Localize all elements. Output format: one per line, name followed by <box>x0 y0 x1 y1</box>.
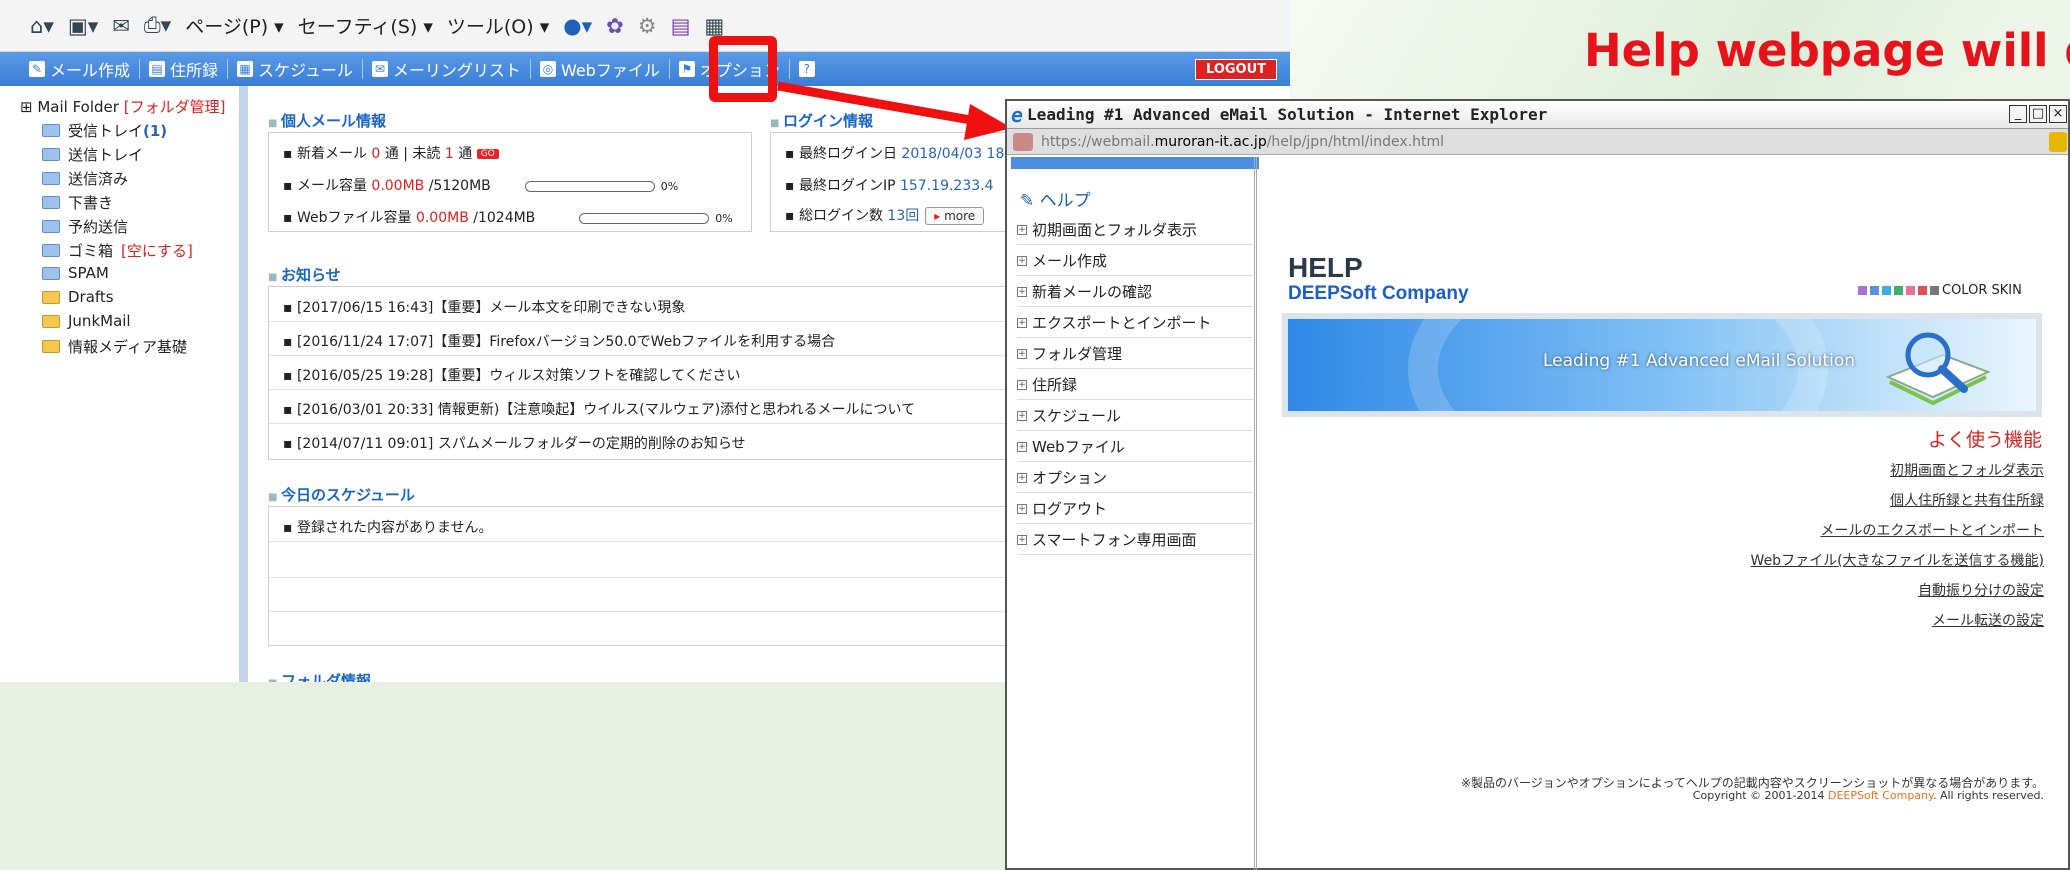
help-nav-header-bar <box>1011 157 1259 169</box>
expand-icon: + <box>1017 224 1027 235</box>
pencil-icon: ✎ <box>1020 191 1035 211</box>
help-banner: Leading #1 Advanced eMail Solution <box>1282 313 2042 417</box>
help-heading: ✎ ヘルプ <box>1020 186 1091 211</box>
nav-label: 新着メールの確認 <box>1032 283 1153 301</box>
nav-divider <box>1254 157 1257 870</box>
color-skin-label: COLOR SKIN <box>1942 283 2022 298</box>
frequent-link[interactable]: 個人住所録と共有住所録 <box>1890 490 2044 510</box>
expand-icon: + <box>1017 503 1027 514</box>
help-nav-item[interactable]: + オプション <box>1017 463 1253 493</box>
frequent-link[interactable]: 初期画面とフォルダ表示 <box>1890 460 2044 480</box>
popup-address-bar[interactable]: https://webmail. muroran-it.ac.jp/help/jp… <box>1007 129 2068 155</box>
help-nav-item[interactable]: + スマートフォン専用画面 <box>1017 525 1253 555</box>
popup-title: Leading #1 Advanced eMail Solution - Int… <box>1027 105 1548 124</box>
expand-icon: + <box>1017 286 1027 297</box>
skin-swatch[interactable] <box>1870 286 1879 295</box>
frequent-link[interactable]: メールのエクスポートとインポート <box>1820 520 2044 540</box>
help-title: HELP <box>1288 252 1363 283</box>
arrow-line <box>777 81 983 127</box>
copyright-company: DEEPSoft Company <box>1828 789 1933 802</box>
banner-image: Leading #1 Advanced eMail Solution <box>1288 319 2036 411</box>
nav-label: オプション <box>1032 469 1108 487</box>
ie-logo-icon: e <box>1011 102 1024 127</box>
skin-swatch[interactable] <box>1858 286 1867 295</box>
nav-label: フォルダ管理 <box>1032 345 1123 363</box>
popup-titlebar: e Leading #1 Advanced eMail Solution - I… <box>1007 101 2068 129</box>
book-magnifier-icon <box>1885 332 1991 406</box>
skin-swatch[interactable] <box>1930 286 1939 295</box>
maximize-button[interactable]: □ <box>2029 105 2047 123</box>
url-prefix: https://webmail. <box>1041 133 1155 150</box>
site-icon <box>1013 133 1033 151</box>
expand-icon: + <box>1017 255 1027 266</box>
help-nav-item[interactable]: + ログアウト <box>1017 494 1253 524</box>
color-skin-selector[interactable]: COLOR SKIN <box>1858 283 2022 298</box>
nav-label: スケジュール <box>1032 407 1121 425</box>
help-nav-item[interactable]: + スケジュール <box>1017 401 1253 431</box>
skin-swatch[interactable] <box>1918 286 1927 295</box>
minimize-button[interactable]: _ <box>2009 105 2027 123</box>
skin-swatch[interactable] <box>1894 286 1903 295</box>
frequent-link[interactable]: Webファイル(大きなファイルを送信する機能) <box>1751 550 2044 570</box>
url-domain: muroran-it.ac.jp <box>1154 133 1267 150</box>
expand-icon: + <box>1017 379 1027 390</box>
help-nav-item[interactable]: + Webファイル <box>1017 432 1253 462</box>
help-nav-item[interactable]: + 初期画面とフォルダ表示 <box>1017 215 1253 245</box>
skin-swatch[interactable] <box>1906 286 1915 295</box>
expand-icon: + <box>1017 441 1027 452</box>
expand-icon: + <box>1017 317 1027 328</box>
nav-label: Webファイル <box>1032 438 1125 456</box>
frequent-link[interactable]: メール転送の設定 <box>1932 610 2044 630</box>
banner-text: Leading #1 Advanced eMail Solution <box>1543 351 1856 371</box>
help-nav-item[interactable]: + 住所録 <box>1017 370 1253 400</box>
expand-icon: + <box>1017 348 1027 359</box>
url-path: /help/jpn/html/index.html <box>1266 133 1445 150</box>
expand-icon: + <box>1017 534 1027 545</box>
company-name: DEEPSoft Company <box>1288 283 1469 304</box>
help-heading-label: ヘルプ <box>1039 191 1091 211</box>
copyright: Copyright © 2001-2014 DEEPSoft Company. … <box>1693 789 2044 802</box>
nav-label: スマートフォン専用画面 <box>1032 531 1197 549</box>
expand-icon: + <box>1017 410 1027 421</box>
nav-label: メール作成 <box>1032 252 1108 270</box>
nav-label: 初期画面とフォルダ表示 <box>1032 221 1198 239</box>
copyright-prefix: Copyright © 2001-2014 <box>1692 789 1828 802</box>
frequent-features-title: よく使う機能 <box>1927 429 2042 451</box>
nav-label: エクスポートとインポート <box>1032 314 1212 332</box>
nav-label: ログアウト <box>1032 500 1108 518</box>
nav-label: 住所録 <box>1032 376 1078 394</box>
lock-icon <box>2049 132 2067 152</box>
help-nav-item[interactable]: + エクスポートとインポート <box>1017 308 1253 338</box>
expand-icon: + <box>1017 472 1027 483</box>
help-nav-item[interactable]: + フォルダ管理 <box>1017 339 1253 369</box>
help-nav-item[interactable]: + メール作成 <box>1017 246 1253 276</box>
close-button[interactable]: × <box>2049 105 2067 123</box>
skin-swatch[interactable] <box>1882 286 1891 295</box>
help-nav-item[interactable]: + 新着メールの確認 <box>1017 277 1253 307</box>
copyright-suffix: . All rights reserved. <box>1932 789 2044 802</box>
frequent-link[interactable]: 自動振り分けの設定 <box>1918 580 2044 600</box>
